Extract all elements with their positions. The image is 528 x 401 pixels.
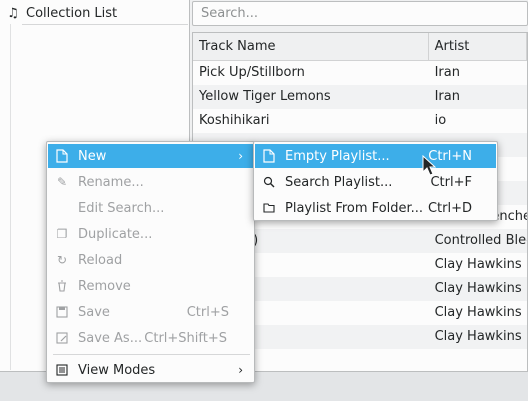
menu-item-label: Empty Playlist...	[285, 148, 390, 164]
document-new-icon	[54, 148, 70, 164]
menu-item-label: Save	[78, 304, 110, 320]
track-name-cell: Yellow Tiger Lemons	[199, 89, 331, 104]
artist-cell: Clay Hawkins	[434, 329, 522, 344]
menu-item-duplicate[interactable]: ❐ Duplicate...	[48, 222, 253, 246]
reload-icon: ↻	[56, 253, 68, 267]
column-header-artist[interactable]: Artist	[429, 33, 527, 60]
chevron-right-icon: ›	[238, 363, 243, 377]
menu-item-playlist-from-folder[interactable]: Playlist From Folder... Ctrl+D	[255, 196, 496, 220]
menu-item-label: Remove	[78, 278, 131, 294]
save-icon	[54, 304, 70, 320]
menu-item-rename[interactable]: ✎ Rename...	[48, 170, 253, 194]
menu-item-label: View Modes	[78, 362, 156, 378]
artist-cell: Iran	[434, 89, 460, 104]
artist-cell: Iran	[434, 65, 460, 80]
copy-icon: ❐	[56, 227, 68, 241]
menu-item-label: Reload	[78, 252, 123, 268]
document-new-icon	[261, 148, 277, 164]
menu-item-label: New	[78, 148, 107, 164]
shortcut-label: Ctrl+S	[186, 304, 229, 320]
menu-item-label: Search Playlist...	[285, 174, 393, 190]
menu-item-label: Rename...	[78, 174, 144, 190]
table-row[interactable]: Pick Up/Stillborn Iran	[193, 61, 527, 85]
table-row[interactable]: Yellow Tiger Lemons Iran	[193, 85, 527, 109]
mouse-cursor-icon	[422, 155, 436, 176]
menu-item-label: Save As...	[78, 330, 143, 346]
menu-item-edit-search[interactable]: Edit Search...	[48, 196, 253, 220]
menu-item-reload[interactable]: ↻ Reload	[48, 248, 253, 272]
artist-cell: Controlled Blee	[434, 233, 527, 248]
menu-item-label: Edit Search...	[78, 200, 165, 216]
shortcut-label: Ctrl+D	[427, 200, 472, 216]
artist-cell: Clay Hawkins	[434, 305, 522, 320]
artist-cell: io	[434, 113, 447, 128]
pencil-icon: ✎	[56, 175, 68, 189]
shortcut-label: Ctrl+F	[430, 174, 472, 190]
menu-item-save[interactable]: Save Ctrl+S	[48, 300, 253, 324]
artist-cell: Clay Hawkins	[434, 281, 522, 296]
trash-icon	[54, 278, 70, 294]
context-menu: New › ✎ Rename... Edit Search... ❐ Dupli…	[46, 141, 255, 383]
shortcut-label: Ctrl+Shift+S	[144, 330, 227, 346]
menu-item-save-as[interactable]: Save As... Ctrl+Shift+S	[48, 326, 253, 350]
menu-item-new[interactable]: New ›	[48, 144, 253, 168]
sidebar-divider	[22, 24, 188, 25]
menu-item-empty-playlist[interactable]: Empty Playlist... Ctrl+N	[255, 144, 496, 168]
column-header-track-name[interactable]: Track Name	[193, 33, 429, 60]
search-input[interactable]: Search...	[192, 1, 528, 26]
menu-item-label: Duplicate...	[78, 226, 153, 242]
table-row[interactable]: Koshihikari io	[193, 109, 527, 133]
menu-item-label: Playlist From Folder...	[285, 200, 424, 216]
menu-item-view-modes[interactable]: View Modes ›	[48, 358, 253, 382]
track-name-cell: Koshihikari	[199, 113, 270, 128]
tree-guide-line	[10, 24, 11, 370]
artist-cell: Clay Hawkins	[434, 257, 522, 272]
view-modes-icon	[54, 362, 70, 378]
folder-icon	[261, 200, 277, 216]
track-name-cell: Pick Up/Stillborn	[199, 65, 305, 80]
collection-list-item[interactable]: ♫ Collection List	[6, 2, 117, 24]
music-note-icon: ♫	[7, 5, 19, 21]
chevron-right-icon: ›	[238, 149, 243, 163]
search-icon	[261, 174, 277, 190]
new-submenu: Empty Playlist... Ctrl+N Search Playlist…	[253, 141, 498, 221]
table-header: Track Name Artist	[193, 33, 527, 61]
menu-separator	[53, 354, 250, 355]
menu-item-remove[interactable]: Remove	[48, 274, 253, 298]
collection-list-label: Collection List	[26, 5, 118, 21]
save-as-icon	[54, 330, 70, 346]
menu-item-search-playlist[interactable]: Search Playlist... Ctrl+F	[255, 170, 496, 194]
